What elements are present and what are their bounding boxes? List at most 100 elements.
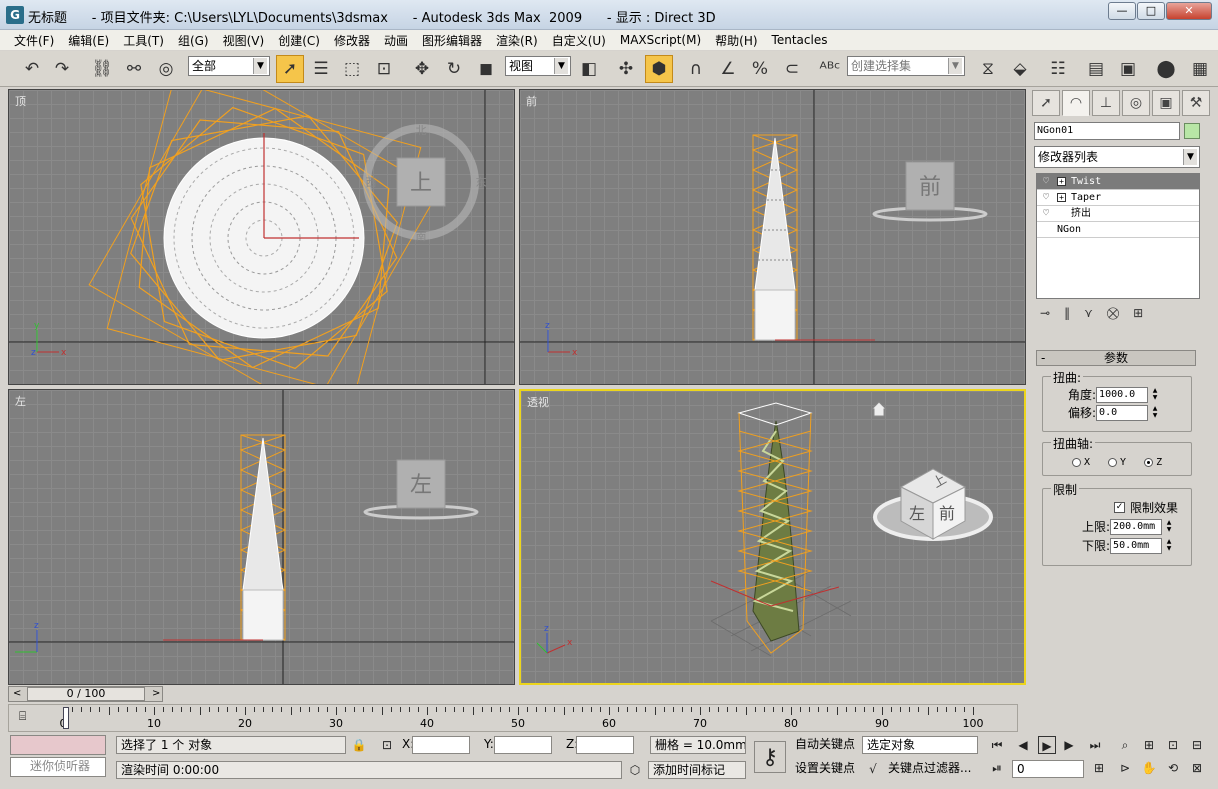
app-icon[interactable]: G <box>6 6 24 24</box>
object-color-swatch[interactable] <box>1184 123 1200 139</box>
utilities-tab-icon[interactable]: ⚒ <box>1182 90 1210 116</box>
parameters-rollout-header[interactable]: - 参数 <box>1036 350 1196 366</box>
stack-item-taper[interactable]: ♡ + Taper <box>1037 190 1199 206</box>
key-filter-icon[interactable]: √ <box>864 760 882 778</box>
menu-rendering[interactable]: 渲染(R) <box>496 32 538 49</box>
time-cursor[interactable] <box>63 707 69 729</box>
axis-y-radio[interactable]: Y <box>1108 457 1126 468</box>
modify-tab-icon[interactable]: ◠ <box>1062 90 1090 116</box>
bias-spinner[interactable]: 0.0 <box>1096 404 1149 421</box>
add-time-tag-button[interactable]: 添加时间标记 <box>648 761 746 779</box>
schematic-view-icon[interactable]: ▣ <box>1114 55 1142 83</box>
lock-selection-icon[interactable]: 🔒 <box>350 736 368 754</box>
link-icon[interactable]: ⛓ <box>88 55 116 83</box>
select-object-icon[interactable]: ➚ <box>276 55 304 83</box>
axis-x-radio[interactable]: X <box>1072 457 1090 468</box>
align-icon[interactable]: ⬙ <box>1006 55 1034 83</box>
menu-tentacles[interactable]: Tentacles <box>772 33 828 47</box>
expand-icon[interactable]: + <box>1057 177 1066 186</box>
axis-z-radio[interactable]: Z <box>1144 457 1162 468</box>
mini-listener-field[interactable]: 迷你侦听器 <box>10 757 106 777</box>
orbit-icon[interactable]: ⟲ <box>1164 759 1182 777</box>
pan-icon[interactable]: ✋ <box>1140 759 1158 777</box>
unlink-icon[interactable]: ⚯ <box>120 55 148 83</box>
key-filters-button[interactable]: 关键点过滤器... <box>888 759 971 779</box>
make-unique-icon[interactable]: ⋎ <box>1084 306 1093 324</box>
object-name-field[interactable]: NGon01 <box>1034 122 1180 140</box>
percent-snap-icon[interactable]: % <box>746 55 774 83</box>
play-icon[interactable]: ▶ <box>1038 736 1056 754</box>
edit-named-selection-icon[interactable]: ᴬᴮᶜ <box>816 55 844 83</box>
menu-modifiers[interactable]: 修改器 <box>334 32 370 49</box>
prev-frame-icon[interactable]: < <box>13 687 21 701</box>
spinner-arrows-icon[interactable]: ▲ ▼ <box>1164 519 1174 535</box>
stack-item-twist[interactable]: ♡ + Twist <box>1037 174 1199 190</box>
limit-effect-checkbox[interactable]: ✓ <box>1114 502 1125 513</box>
reference-coord-dropdown[interactable]: 视图 ▼ <box>505 56 571 76</box>
spinner-arrows-icon[interactable]: ▲ ▼ <box>1164 538 1174 554</box>
key-mode-dropdown[interactable]: 选定对象 <box>862 736 978 754</box>
hierarchy-tab-icon[interactable]: ⊥ <box>1092 90 1120 116</box>
lightbulb-icon[interactable]: ♡ <box>1043 206 1049 222</box>
rect-selection-icon[interactable]: ⬚ <box>338 55 366 83</box>
upper-limit-spinner[interactable]: 200.0mm <box>1110 518 1163 535</box>
menu-animation[interactable]: 动画 <box>384 32 408 49</box>
x-coord-field[interactable] <box>412 736 470 754</box>
z-coord-field[interactable] <box>576 736 634 754</box>
rotate-icon[interactable]: ↻ <box>440 55 468 83</box>
configure-sets-icon[interactable]: ⊞ <box>1133 306 1143 324</box>
field-of-view-icon[interactable]: ⊳ <box>1116 759 1134 777</box>
auto-key-button[interactable]: 自动关键点 <box>795 735 855 755</box>
track-bar[interactable]: ⌸ 0102030405060708090100 <box>8 704 1018 732</box>
zoom-icon[interactable]: ⌕ <box>1116 736 1134 754</box>
menu-group[interactable]: 组(G) <box>178 32 209 49</box>
viewport-left[interactable]: 左 左 z <box>8 389 515 685</box>
maximize-viewport-icon[interactable]: ⊠ <box>1188 759 1206 777</box>
stack-item-extrude[interactable]: ♡ 挤出 <box>1037 206 1199 222</box>
undo-icon[interactable]: ↶ <box>18 55 46 83</box>
y-coord-field[interactable] <box>494 736 552 754</box>
spinner-arrows-icon[interactable]: ▲ ▼ <box>1150 405 1160 421</box>
next-key-icon[interactable]: ▶ <box>1060 736 1078 754</box>
redo-icon[interactable]: ↷ <box>48 55 76 83</box>
time-tag-icon[interactable]: ⬡ <box>626 761 644 779</box>
select-manipulate-icon[interactable]: ✣ <box>612 55 640 83</box>
next-frame-icon[interactable]: > <box>152 687 160 701</box>
scale-icon[interactable]: ◼ <box>472 55 500 83</box>
menu-file[interactable]: 文件(F) <box>14 32 54 49</box>
current-frame-field[interactable]: 0 <box>1012 760 1084 778</box>
absolute-mode-icon[interactable]: ⊡ <box>378 736 396 754</box>
snaps-toggle-icon[interactable]: ∩ <box>682 55 710 83</box>
timeline-ruler[interactable]: 0102030405060708090100 <box>60 705 1011 733</box>
mirror-icon[interactable]: ⧖ <box>974 55 1002 83</box>
named-selection-dropdown[interactable]: 创建选择集 ▼ <box>847 56 965 76</box>
display-tab-icon[interactable]: ▣ <box>1152 90 1180 116</box>
selection-filter-dropdown[interactable]: 全部 ▼ <box>188 56 270 76</box>
expand-icon[interactable]: + <box>1057 193 1066 202</box>
viewport-perspective[interactable]: 透视 上 左 前 x z <box>519 389 1026 685</box>
select-by-name-icon[interactable]: ☰ <box>307 55 335 83</box>
zoom-extents-all-icon[interactable]: ⊟ <box>1188 736 1206 754</box>
set-key-button[interactable]: 设置关键点 <box>795 759 855 779</box>
viewport-front[interactable]: 前 前 x z <box>519 89 1026 385</box>
key-mode-icon[interactable]: ⏯ <box>988 759 1006 777</box>
stack-item-ngon[interactable]: NGon <box>1037 222 1199 238</box>
curve-editor-mini-icon[interactable]: ⌸ <box>19 709 39 725</box>
menu-create[interactable]: 创建(C) <box>278 32 320 49</box>
menu-tools[interactable]: 工具(T) <box>123 32 164 49</box>
spinner-arrows-icon[interactable]: ▲ ▼ <box>1150 387 1160 403</box>
pivot-center-icon[interactable]: ◧ <box>575 55 603 83</box>
goto-end-icon[interactable]: ⏭ <box>1086 736 1104 754</box>
curve-editor-icon[interactable]: ▤ <box>1082 55 1110 83</box>
lower-limit-spinner[interactable]: 50.0mm <box>1110 537 1163 554</box>
remove-modifier-icon[interactable]: ⛒ <box>1107 306 1119 324</box>
maximize-button[interactable]: □ <box>1137 2 1165 20</box>
zoom-all-icon[interactable]: ⊞ <box>1140 736 1158 754</box>
menu-maxscript[interactable]: MAXScript(M) <box>620 33 701 47</box>
close-button[interactable]: ✕ <box>1166 2 1212 20</box>
menu-graph-editors[interactable]: 图形编辑器 <box>422 32 482 49</box>
time-config-icon[interactable]: ⊞ <box>1090 759 1108 777</box>
menu-edit[interactable]: 编辑(E) <box>68 32 109 49</box>
menu-views[interactable]: 视图(V) <box>223 32 265 49</box>
minimize-button[interactable]: — <box>1108 2 1136 20</box>
